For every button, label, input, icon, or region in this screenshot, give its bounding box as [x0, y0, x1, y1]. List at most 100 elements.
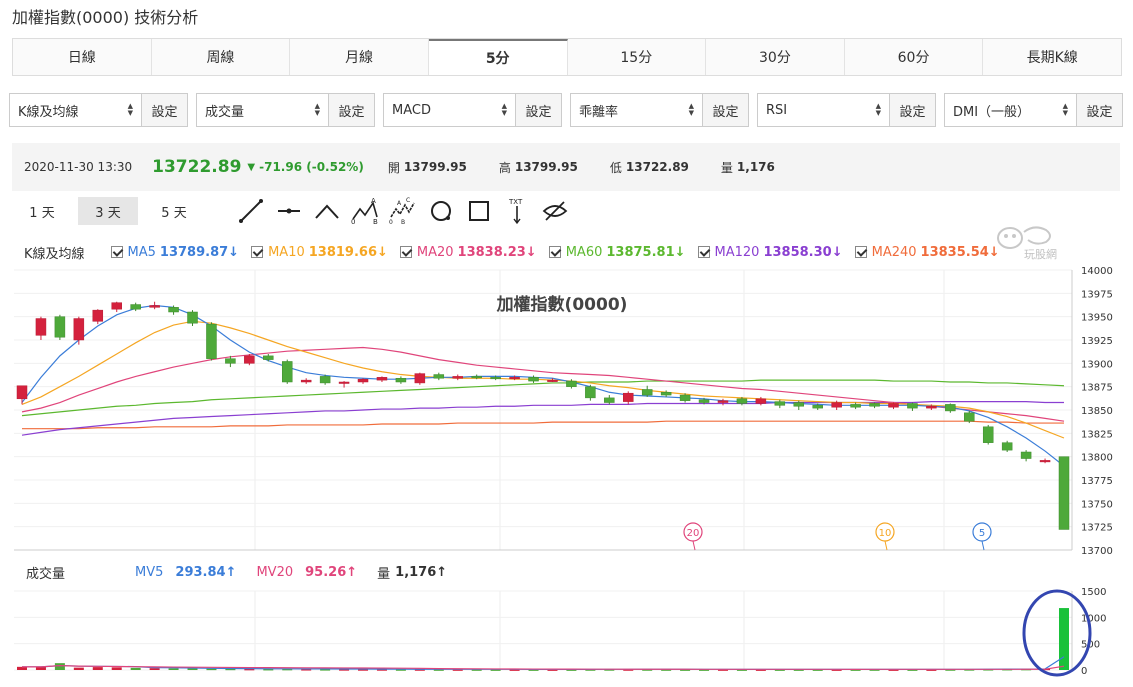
indicator-select-2[interactable]: MACD ▲ ▼: [384, 94, 516, 126]
checkbox[interactable]: [697, 246, 710, 258]
low-label: 低: [609, 160, 622, 175]
candle-body: [869, 403, 880, 407]
candle-body: [376, 377, 388, 381]
volume-legend: 成交量 MV5 293.84↑ MV20 95.26↑ 量 1,176↑: [26, 563, 467, 582]
indicator-select-4[interactable]: RSI ▲ ▼: [758, 94, 890, 126]
hide-icon[interactable]: [540, 196, 570, 226]
circle-icon[interactable]: [426, 196, 456, 226]
settings-button-3[interactable]: 設定: [703, 94, 748, 126]
tab-2[interactable]: 月線: [290, 39, 429, 75]
vol-label: 量: [377, 567, 391, 582]
marker-stem: [692, 540, 696, 551]
candle-body: [1039, 460, 1051, 463]
svg-text:TXT: TXT: [508, 198, 523, 206]
range-1d-button[interactable]: 1 天: [12, 197, 72, 225]
checkbox[interactable]: [548, 246, 561, 258]
svg-text:B: B: [373, 218, 378, 225]
period-tabs: 日線 周線 月線 5分 15分 30分 60分 長期K線: [12, 38, 1122, 76]
vol-y-tick-label: 1000: [1081, 613, 1106, 624]
chart-title: 加權指數(0000): [496, 294, 628, 315]
tab-3[interactable]: 5分: [428, 39, 568, 75]
high-label: 高: [498, 160, 511, 175]
candle-body: [452, 376, 463, 379]
indicator-select-3[interactable]: 乖離率 ▲ ▼: [571, 94, 703, 126]
checkbox[interactable]: [399, 246, 412, 258]
indicator-select-label: 成交量: [205, 104, 245, 120]
volume-bar: [92, 667, 103, 670]
volume-bar: [111, 667, 122, 670]
indicator-select-0[interactable]: K線及均線 ▲ ▼: [10, 94, 142, 126]
candle-body: [660, 392, 672, 396]
high-value: 13799.95: [514, 160, 578, 174]
candle-body: [774, 401, 786, 406]
checkbox[interactable]: [854, 246, 867, 258]
marker-label: 5: [979, 528, 985, 539]
settings-button-4[interactable]: 設定: [890, 94, 935, 126]
volume-bar: [187, 668, 198, 671]
select-arrows-icon: ▲ ▼: [501, 102, 507, 117]
line-tool-icon[interactable]: [236, 196, 266, 226]
rectangle-icon[interactable]: [464, 196, 494, 226]
candle-body: [698, 399, 710, 403]
volume-label: 量: [720, 160, 733, 175]
indicator-select-5[interactable]: DMI（一般） ▲ ▼: [945, 94, 1077, 126]
candle-body: [433, 374, 445, 379]
quote-bar: 2020-11-30 13:30 13722.89 ▼ -71.96 (-0.5…: [12, 143, 1120, 191]
quote-price: 13722.89: [152, 157, 242, 177]
candle-body: [54, 316, 66, 338]
quote-change: -71.96 (-0.52%): [259, 160, 364, 174]
candle-body: [149, 305, 160, 308]
candle-body: [490, 377, 501, 380]
checkbox[interactable]: [251, 246, 264, 258]
y-tick-label: 13725: [1081, 523, 1113, 534]
candle-body: [206, 323, 217, 359]
text-tool-icon[interactable]: TXT: [502, 196, 532, 226]
chart-area[interactable]: 14000 13975 13950 13925 13900 13875 13850 13825…: [0, 258, 1133, 687]
candle-body: [35, 318, 47, 336]
settings-button-0[interactable]: 設定: [142, 94, 187, 126]
y-tick-label: 13850: [1081, 406, 1113, 417]
candle-body: [319, 376, 331, 384]
tab-7[interactable]: 長期K線: [983, 39, 1121, 75]
horizontal-line-icon[interactable]: [274, 196, 304, 226]
candle-body: [547, 379, 558, 382]
candle-body: [395, 378, 407, 383]
select-arrows-icon: ▲ ▼: [127, 102, 133, 117]
mv20-value: 95.26↑: [305, 565, 358, 580]
tab-4[interactable]: 15分: [568, 39, 707, 75]
candle-body: [641, 389, 653, 396]
tab-0[interactable]: 日線: [13, 39, 152, 75]
indicator-select-1[interactable]: 成交量 ▲ ▼: [197, 94, 329, 126]
y-tick-label: 13975: [1081, 289, 1113, 300]
chart-toolbar: 1 天 3 天 5 天 0AB 0ACB TXT: [12, 196, 570, 226]
y-tick-label: 13825: [1081, 429, 1113, 440]
volume-legend-label: 成交量: [26, 567, 66, 582]
candle-body: [244, 355, 255, 364]
tab-1[interactable]: 周線: [152, 39, 291, 75]
indicator-selector-row: K線及均線 ▲ ▼ 設定 成交量 ▲ ▼ 設定 MACD ▲ ▼ 設定 乖離率 ▲ ▼ 設定 RSI ▲ ▼ 設定 DM…: [9, 93, 1124, 127]
settings-button-2[interactable]: 設定: [516, 94, 561, 126]
ma-line-ma240: [22, 420, 1064, 430]
settings-button-1[interactable]: 設定: [329, 94, 374, 126]
tab-5[interactable]: 30分: [706, 39, 845, 75]
range-3d-button[interactable]: 3 天: [78, 197, 138, 225]
page-title: 加權指數(0000) 技術分析: [12, 8, 199, 27]
angle-icon[interactable]: [312, 196, 342, 226]
candle-body: [1001, 442, 1013, 451]
range-5d-button[interactable]: 5 天: [144, 197, 204, 225]
candle-body: [850, 404, 861, 408]
tab-6[interactable]: 60分: [845, 39, 984, 75]
indicator-group-5: DMI（一般） ▲ ▼ 設定: [944, 93, 1123, 127]
abc-pattern-icon[interactable]: 0 A B: [350, 196, 380, 226]
checkbox[interactable]: [110, 246, 123, 258]
y-tick-label: 13925: [1081, 336, 1113, 347]
abcd-pattern-icon[interactable]: 0 AC B: [388, 196, 418, 226]
candle-body: [982, 426, 994, 443]
ma-line-ma5: [21, 304, 1065, 467]
select-arrows-icon: ▲ ▼: [1062, 102, 1068, 117]
indicator-group-3: 乖離率 ▲ ▼ 設定: [570, 93, 749, 127]
candle-body: [623, 392, 634, 402]
volume-bar: [149, 668, 160, 670]
settings-button-5[interactable]: 設定: [1077, 94, 1122, 126]
svg-text:0: 0: [351, 218, 355, 225]
